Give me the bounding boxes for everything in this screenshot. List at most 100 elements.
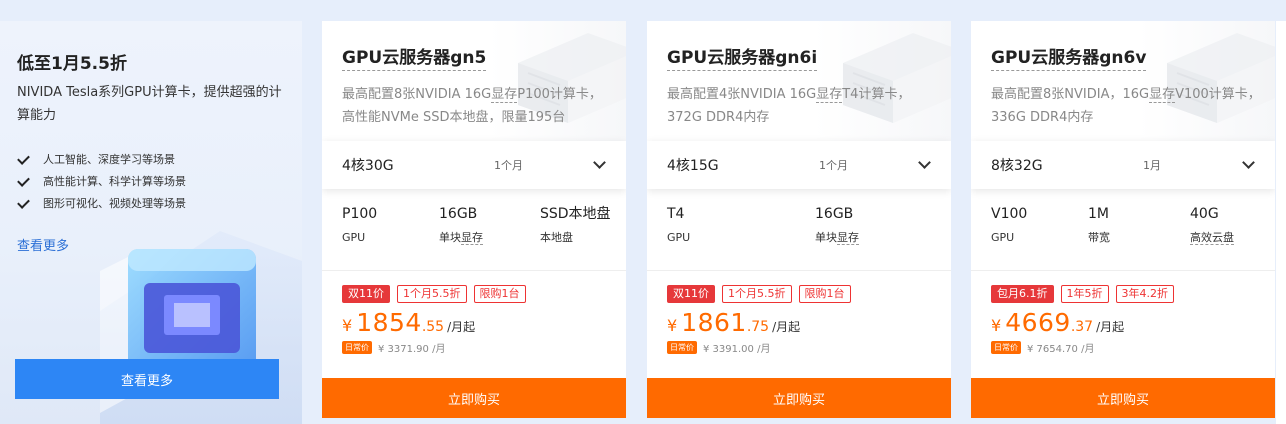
card-header: GPU云服务器gn6i 最高配置4张NVIDIA 16G显存T4计算卡，372G… xyxy=(647,21,951,141)
feature-label: 高性能计算、科学计算等场景 xyxy=(43,175,186,188)
vram-term[interactable]: 显存 xyxy=(1149,87,1176,103)
regular-price-badge: 日常价 xyxy=(342,341,372,354)
buy-now-button[interactable]: 立即购买 xyxy=(971,378,1275,418)
promo-tag: 3年4.2折 xyxy=(1115,285,1174,303)
feature-label: 人工智能、深度学习等场景 xyxy=(43,153,175,166)
price: ¥ 1854 .55 /月起 xyxy=(342,308,626,337)
spec-dropdown[interactable]: 4核15G 1个月 xyxy=(647,141,951,189)
original-price-value: ¥ 7654.70 /月 xyxy=(1027,344,1095,355)
card-description: 最高配置4张NVIDIA 16G显存T4计算卡，372G DDR4内存 xyxy=(667,83,937,129)
card-description: 最高配置8张NVIDIA 16G显存P100计算卡，高性能NVMe SSD本地盘… xyxy=(342,83,612,129)
spec-value: T4 xyxy=(667,206,685,222)
feature-item: 人工智能、深度学习等场景 xyxy=(17,149,186,171)
product-card-gn6i: GPU云服务器gn6i 最高配置4张NVIDIA 16G显存T4计算卡，372G… xyxy=(647,21,951,418)
promo-tags: 双11价 1个月5.5折 限购1台 xyxy=(667,285,951,303)
currency-symbol: ¥ xyxy=(342,316,353,335)
buy-now-button[interactable]: 立即购买 xyxy=(647,378,951,418)
card-title[interactable]: GPU云服务器gn6i xyxy=(667,43,818,71)
promo-tags: 包月6.1折 1年5折 3年4.2折 xyxy=(991,285,1275,303)
original-price: 日常价 ¥ 3371.90 /月 xyxy=(342,340,626,355)
spec-label: 本地盘 xyxy=(540,231,573,244)
promo-description: NIVIDA Tesla系列GPU计算卡，提供超强的计算能力 xyxy=(17,85,282,123)
spec-list: P100 GPU 16GB 单块显存 SSD本地盘 本地盘 xyxy=(322,189,626,271)
desc-text: 最高配置8张NVIDIA，16G xyxy=(991,87,1150,102)
spec-dropdown[interactable]: 4核30G 1个月 xyxy=(322,141,626,189)
spec-label: GPU xyxy=(342,231,366,244)
card-header: GPU云服务器gn6v 最高配置8张NVIDIA，16G显存V100计算卡，33… xyxy=(971,21,1275,141)
chevron-down-icon xyxy=(593,156,606,169)
spec-value: 16GB xyxy=(815,206,854,222)
promo-tag: 1个月5.5折 xyxy=(722,285,792,303)
price-decimal: .55 xyxy=(421,319,445,335)
promo-tag: 1年5折 xyxy=(1060,285,1109,303)
cloud-disk-term[interactable]: 高效云盘 xyxy=(1190,231,1234,245)
check-icon xyxy=(17,196,30,209)
spec-value: V100 xyxy=(991,206,1028,222)
spec-label: 单块显存 xyxy=(439,231,483,245)
spec-label: GPU xyxy=(991,231,1015,244)
spec-value: 1M xyxy=(1088,206,1109,222)
chevron-down-icon xyxy=(918,156,931,169)
original-price: 日常价 ¥ 3391.00 /月 xyxy=(667,340,951,355)
feature-item: 图形可视化、视频处理等场景 xyxy=(17,193,186,215)
price-unit: /月起 xyxy=(772,320,801,334)
card-header: GPU云服务器gn5 最高配置8张NVIDIA 16G显存P100计算卡，高性能… xyxy=(322,21,626,141)
original-price-value: ¥ 3391.00 /月 xyxy=(703,344,771,355)
spec-gpu: T4 GPU xyxy=(667,205,815,270)
price-integer: 1861 xyxy=(681,308,747,337)
price-decimal: .75 xyxy=(746,319,770,335)
price-area: 双11价 1个月5.5折 限购1台 ¥ 1861 .75 /月起 日常价 ¥ 3… xyxy=(647,271,951,378)
spec-label: 带宽 xyxy=(1088,231,1110,244)
price-area: 双11价 1个月5.5折 限购1台 ¥ 1854 .55 /月起 日常价 ¥ 3… xyxy=(322,271,626,378)
spec-list: T4 GPU 16GB 单块显存 xyxy=(647,189,951,271)
spec-label-text: 单块 xyxy=(815,231,837,244)
spec-dropdown[interactable]: 8核32G 1月 xyxy=(971,141,1275,189)
card-title[interactable]: GPU云服务器gn6v xyxy=(991,43,1147,71)
promo-title: 低至1月5.5折 xyxy=(17,54,127,74)
chevron-down-icon xyxy=(1242,156,1255,169)
price-integer: 4669 xyxy=(1005,308,1071,337)
period-value: 1个月 xyxy=(494,159,523,172)
spec-bandwidth: 1M 带宽 xyxy=(1088,205,1190,270)
spec-gpu: V100 GPU xyxy=(991,205,1088,270)
price-unit: /月起 xyxy=(447,320,476,334)
view-more-button[interactable]: 查看更多 xyxy=(15,359,279,399)
vram-term[interactable]: 显存 xyxy=(837,231,859,245)
promo-tags: 双11价 1个月5.5折 限购1台 xyxy=(342,285,626,303)
card-title[interactable]: GPU云服务器gn5 xyxy=(342,43,487,71)
vram-term[interactable]: 显存 xyxy=(461,231,483,245)
spec-value: 8核32G xyxy=(991,158,1043,174)
price: ¥ 1861 .75 /月起 xyxy=(667,308,951,337)
check-icon xyxy=(17,174,30,187)
price: ¥ 4669 .37 /月起 xyxy=(991,308,1275,337)
promo-tag: 双11价 xyxy=(342,285,390,303)
view-more-link[interactable]: 查看更多 xyxy=(17,235,69,254)
spec-value: SSD本地盘 xyxy=(540,206,611,222)
product-card-gn5: GPU云服务器gn5 最高配置8张NVIDIA 16G显存P100计算卡，高性能… xyxy=(322,21,626,418)
check-icon xyxy=(17,152,30,165)
currency-symbol: ¥ xyxy=(667,316,678,335)
spec-label: 单块显存 xyxy=(815,231,859,245)
price-area: 包月6.1折 1年5折 3年4.2折 ¥ 4669 .37 /月起 日常价 ¥ … xyxy=(971,271,1275,378)
feature-item: 高性能计算、科学计算等场景 xyxy=(17,171,186,193)
vram-term[interactable]: 显存 xyxy=(491,87,518,103)
promo-tag: 1个月5.5折 xyxy=(397,285,467,303)
spec-value: 40G xyxy=(1190,206,1219,222)
feature-list: 人工智能、深度学习等场景 高性能计算、科学计算等场景 图形可视化、视频处理等场景 xyxy=(17,149,186,215)
promo-tag: 限购1台 xyxy=(798,285,851,303)
vram-term[interactable]: 显存 xyxy=(816,87,843,103)
period-value: 1月 xyxy=(1143,159,1161,172)
card-description: 最高配置8张NVIDIA，16G显存V100计算卡，336G DDR4内存 xyxy=(991,83,1261,129)
spec-list: V100 GPU 1M 带宽 40G 高效云盘 xyxy=(971,189,1275,271)
price-integer: 1854 xyxy=(356,308,422,337)
spec-gpu: P100 GPU xyxy=(342,205,439,270)
promo-tag: 双11价 xyxy=(667,285,715,303)
spec-value: 4核15G xyxy=(667,158,719,174)
spec-label: 高效云盘 xyxy=(1190,231,1234,245)
spec-label-text: 单块 xyxy=(439,231,461,244)
promo-panel: 低至1月5.5折 NIVIDA Tesla系列GPU计算卡，提供超强的计算能力 … xyxy=(0,21,302,424)
spec-disk: 40G 高效云盘 xyxy=(1190,205,1234,270)
next-card-edge xyxy=(1276,21,1286,424)
promo-tag: 限购1台 xyxy=(473,285,526,303)
buy-now-button[interactable]: 立即购买 xyxy=(322,378,626,418)
